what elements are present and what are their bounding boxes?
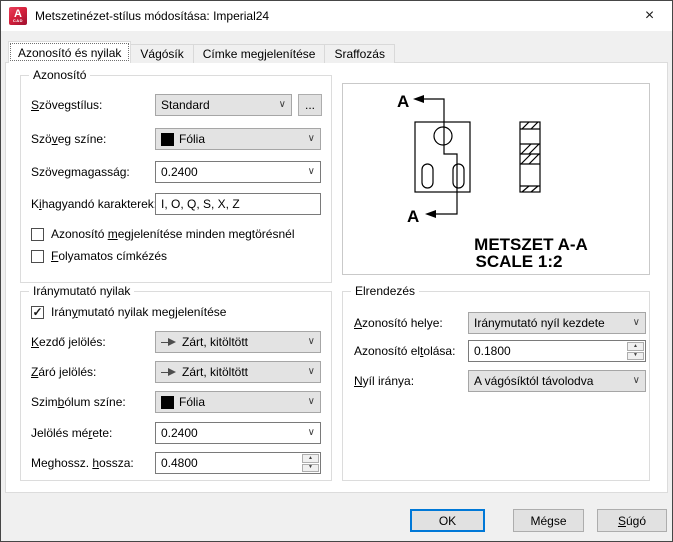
tab-sraffozas[interactable]: Sraffozás bbox=[324, 44, 395, 63]
azonosito-helye-combo[interactable]: Iránymutató nyíl kezdete ∨ bbox=[468, 312, 646, 334]
azonosito-helye-label: Azonosító helye: bbox=[354, 316, 443, 330]
szoveg-szine-combo[interactable]: Fólia ∨ bbox=[155, 128, 321, 150]
spin-up-button[interactable]: ▲ bbox=[302, 454, 319, 463]
nyil-iranya-combo[interactable]: A vágósíktól távolodva ∨ bbox=[468, 370, 646, 392]
window-title: Metszetinézet-stílus módosítása: Imperia… bbox=[35, 9, 270, 23]
kihagyando-karakterek-label: Kihagyandó karakterek: bbox=[31, 197, 158, 211]
nyil-iranya-label: Nyíl iránya: bbox=[354, 374, 415, 388]
titlebar[interactable]: A CAD Metszetinézet-stílus módosítása: I… bbox=[1, 1, 672, 31]
chevron-down-icon: ∨ bbox=[632, 375, 640, 386]
spin-down-button[interactable]: ▼ bbox=[627, 351, 644, 360]
chevron-down-icon: ∨ bbox=[278, 99, 286, 110]
chevron-down-icon: ∨ bbox=[307, 336, 315, 347]
meghossz-hossza-spinner[interactable]: 0.4800 ▲ ▼ bbox=[155, 452, 321, 474]
group-azonosito: Azonosító Szövegstílus: Standard ∨ ... S… bbox=[20, 68, 332, 283]
kihagyando-karakterek-input[interactable]: I, O, Q, S, X, Z bbox=[155, 193, 321, 215]
preview-drawing: A A METSZET A-A SCALE 1:2 bbox=[397, 92, 588, 271]
azonosito-megjelenitese-checkbox[interactable]: Azonosító megjelenítése minden megtörésn… bbox=[31, 227, 294, 241]
chevron-down-icon: ∨ bbox=[632, 317, 640, 328]
autocad-icon: A CAD bbox=[9, 7, 27, 25]
szimbolum-szine-label: Szimbólum színe: bbox=[31, 395, 126, 409]
azonosito-eltolasa-spinner[interactable]: 0.1800 ▲ ▼ bbox=[468, 340, 646, 362]
jeloles-merete-label: Jelölés mérete: bbox=[31, 426, 113, 440]
checkbox-unchecked bbox=[31, 249, 44, 263]
jeloles-merete-combo[interactable]: 0.2400 ∨ bbox=[155, 422, 321, 444]
color-swatch-icon bbox=[161, 395, 174, 409]
azonosito-eltolasa-label: Azonosító eltolása: bbox=[354, 344, 456, 358]
chevron-down-icon: ∨ bbox=[307, 366, 315, 377]
filled-arrow-icon bbox=[161, 338, 176, 346]
kezdo-jeloles-combo[interactable]: Zárt, kitöltött ∨ bbox=[155, 331, 321, 353]
spin-buttons: ▲ ▼ bbox=[302, 454, 319, 472]
tab-vagosik[interactable]: Vágósík bbox=[130, 44, 194, 63]
preview-label-a-bottom: A bbox=[407, 207, 419, 226]
filled-arrow-icon bbox=[161, 368, 176, 376]
kezdo-jeloles-label: Kezdő jelölés: bbox=[31, 335, 106, 349]
preview-section-scale: SCALE 1:2 bbox=[476, 252, 563, 271]
cancel-button[interactable]: Mégse bbox=[513, 509, 584, 532]
spin-down-icon: ▼ bbox=[633, 352, 638, 359]
group-elrendezes-title: Elrendezés bbox=[351, 284, 420, 299]
group-iranymutato-title: Iránymutató nyilak bbox=[29, 284, 135, 299]
chevron-down-icon: ∨ bbox=[307, 396, 315, 407]
zaro-jeloles-combo[interactable]: Zárt, kitöltött ∨ bbox=[155, 361, 321, 383]
tab-azonosito-es-nyilak[interactable]: Azonosító és nyilak bbox=[8, 41, 132, 63]
spin-up-button[interactable]: ▲ bbox=[627, 342, 644, 351]
szovegstilus-label: Szövegstílus: bbox=[31, 98, 103, 112]
szovegstilus-browse-button[interactable]: ... bbox=[298, 94, 322, 116]
szoveg-szine-label: Szöveg színe: bbox=[31, 132, 107, 146]
zaro-jeloles-label: Záró jelölés: bbox=[31, 365, 97, 379]
close-icon: × bbox=[644, 7, 655, 24]
color-swatch-icon bbox=[161, 132, 174, 146]
szimbolum-szine-combo[interactable]: Fólia ∨ bbox=[155, 391, 321, 413]
group-iranymutato-nyilak: Iránymutató nyilak ✓ Iránymutató nyilak … bbox=[20, 284, 332, 481]
spin-down-icon: ▼ bbox=[308, 464, 313, 471]
tab-page-azonosito-es-nyilak: Azonosító Szövegstílus: Standard ∨ ... S… bbox=[5, 62, 668, 493]
group-azonosito-title: Azonosító bbox=[29, 68, 91, 83]
chevron-down-icon: ∨ bbox=[307, 166, 315, 177]
szovegmagassag-label: Szövegmagasság: bbox=[31, 165, 130, 179]
spin-buttons: ▲ ▼ bbox=[627, 342, 644, 360]
checkbox-checked: ✓ bbox=[31, 305, 44, 319]
tab-cimke-megjelenitese[interactable]: Címke megjelenítése bbox=[192, 44, 326, 63]
spin-up-icon: ▲ bbox=[308, 454, 313, 461]
chevron-down-icon: ∨ bbox=[307, 133, 315, 144]
ok-button[interactable]: OK bbox=[410, 509, 485, 532]
spin-down-button[interactable]: ▼ bbox=[302, 463, 319, 472]
group-elrendezes: Elrendezés Azonosító helye: Iránymutató … bbox=[342, 284, 650, 481]
check-icon: ✓ bbox=[32, 305, 43, 319]
style-preview: A A METSZET A-A SCALE 1:2 bbox=[342, 83, 650, 275]
help-button[interactable]: Súgó bbox=[597, 509, 667, 532]
szovegmagassag-combo[interactable]: 0.2400 ∨ bbox=[155, 161, 321, 183]
chevron-down-icon: ∨ bbox=[307, 427, 315, 438]
close-button[interactable]: × bbox=[627, 1, 672, 31]
section-view-style-dialog: A CAD Metszetinézet-stílus módosítása: I… bbox=[0, 0, 673, 542]
tabstrip: Azonosító és nyilak Vágósík Címke megjel… bbox=[8, 41, 395, 63]
meghossz-hossza-label: Meghossz. hossza: bbox=[31, 456, 134, 470]
iranymutato-nyilak-checkbox[interactable]: ✓ Iránymutató nyilak megjelenítése bbox=[31, 305, 226, 319]
checkbox-unchecked bbox=[31, 227, 44, 241]
spin-up-icon: ▲ bbox=[633, 342, 638, 349]
folyamatos-cimkezes-checkbox[interactable]: Folyamatos címkézés bbox=[31, 249, 167, 263]
szovegstilus-combo[interactable]: Standard ∨ bbox=[155, 94, 292, 116]
preview-label-a-top: A bbox=[397, 92, 409, 111]
